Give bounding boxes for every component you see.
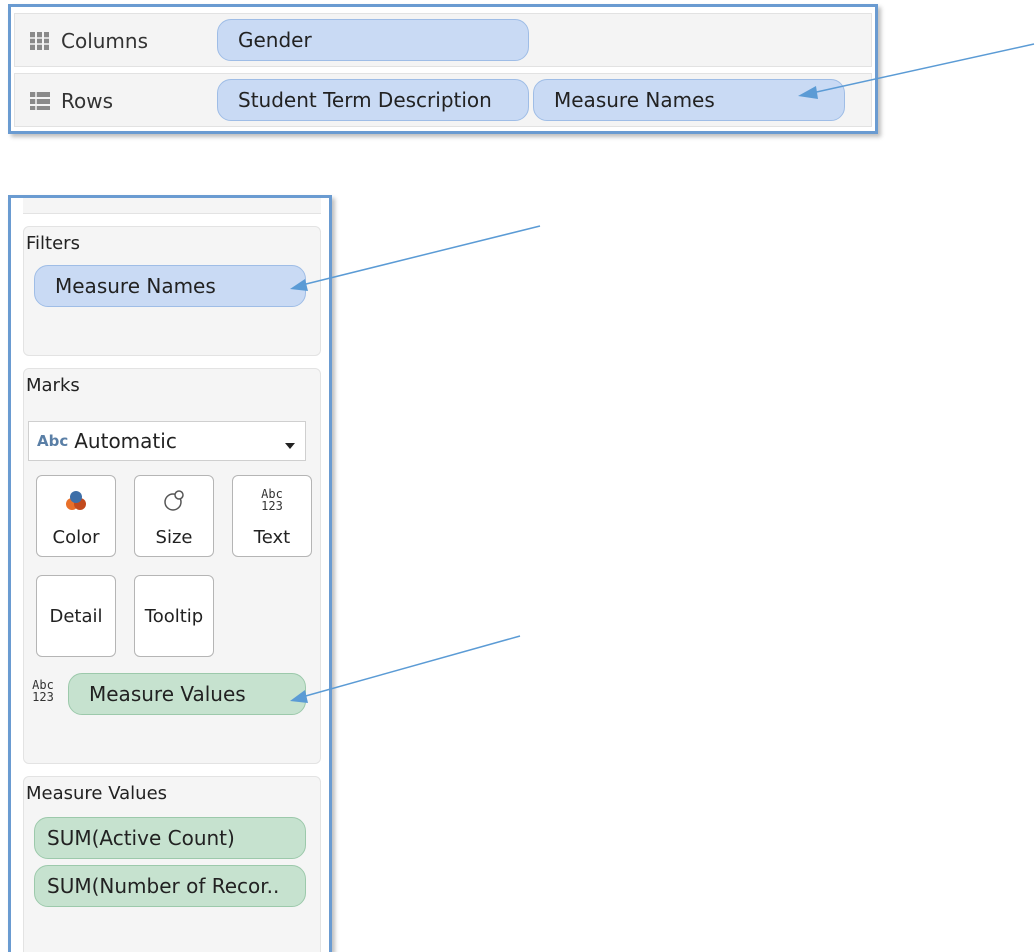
tooltip-button[interactable]: Tooltip: [134, 575, 214, 657]
text-encoding-icon-line2: 123: [32, 690, 54, 704]
pill-label: Student Term Description: [238, 88, 492, 112]
rows-shelf[interactable]: Rows Student Term Description Measure Na…: [14, 73, 872, 127]
pill-label: SUM(Active Count): [47, 826, 235, 850]
color-button[interactable]: Color: [36, 475, 116, 557]
mark-type-dropdown[interactable]: Abc Automatic: [28, 421, 306, 461]
detail-label: Detail: [49, 606, 103, 627]
abc-icon: Abc: [37, 432, 69, 450]
pill-label: Measure Names: [554, 88, 715, 112]
text-icon: Abc 123: [261, 487, 283, 513]
marks-card-title: Marks: [26, 375, 80, 396]
columns-label: Columns: [61, 29, 149, 53]
filters-card[interactable]: Filters Measure Names: [23, 226, 321, 356]
pill-label: Measure Values: [89, 682, 246, 706]
tooltip-label: Tooltip: [144, 606, 204, 627]
measure-values-card-title: Measure Values: [26, 783, 168, 804]
measure-pill-active-count[interactable]: SUM(Active Count): [34, 817, 306, 859]
text-label: Text: [253, 527, 291, 548]
columns-pill-gender[interactable]: Gender: [217, 19, 529, 61]
chevron-down-icon: [283, 434, 297, 458]
detail-button[interactable]: Detail: [36, 575, 116, 657]
text-encoding-icon: Abc 123: [28, 679, 58, 703]
filters-card-title: Filters: [26, 233, 80, 254]
mark-type-value: Automatic: [74, 429, 177, 453]
columns-shelf-label: Columns: [29, 14, 219, 68]
marks-pill-measure-values[interactable]: Measure Values: [68, 673, 306, 715]
color-icon: [37, 488, 115, 514]
pill-label: SUM(Number of Recor..: [47, 874, 280, 898]
pages-card-remnant: [23, 198, 321, 214]
rows-icon: [29, 91, 51, 111]
columns-shelf[interactable]: Columns Gender: [14, 13, 872, 67]
rows-pill-student-term-description[interactable]: Student Term Description: [217, 79, 529, 121]
size-button[interactable]: Size: [134, 475, 214, 557]
color-label: Color: [52, 527, 100, 548]
size-label: Size: [155, 527, 193, 548]
rows-label: Rows: [61, 89, 114, 113]
pill-label: Gender: [238, 28, 312, 52]
pill-label: Measure Names: [55, 274, 216, 298]
rows-pill-measure-names[interactable]: Measure Names: [533, 79, 845, 121]
filter-pill-measure-names[interactable]: Measure Names: [34, 265, 306, 307]
rows-shelf-label: Rows: [29, 74, 219, 128]
measure-pill-number-of-records[interactable]: SUM(Number of Recor..: [34, 865, 306, 907]
marks-card[interactable]: Marks Abc Automatic Color Size Abc 123 T…: [23, 368, 321, 764]
cards-panel: Filters Measure Names Marks Abc Automati…: [8, 195, 332, 952]
measure-values-card[interactable]: Measure Values SUM(Active Count) SUM(Num…: [23, 776, 321, 952]
size-icon: [135, 488, 213, 514]
shelves-panel: Columns Gender Rows Student Term Descrip…: [8, 4, 878, 134]
columns-icon: [29, 31, 51, 51]
text-button[interactable]: Abc 123 Text: [232, 475, 312, 557]
